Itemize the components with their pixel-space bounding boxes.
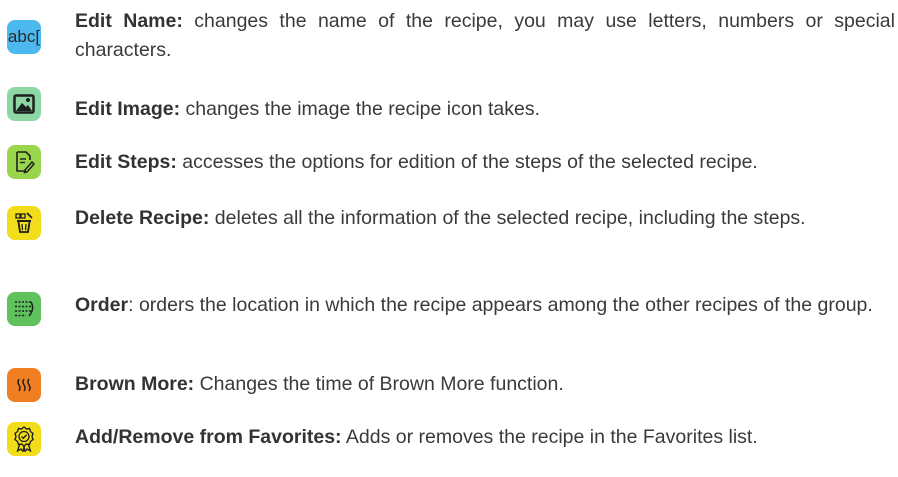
- item-title: Order: [75, 294, 129, 316]
- text-cursor-icon: abc[: [7, 20, 41, 54]
- brown-more-description: Brown More: Changes the time of Brown Mo…: [75, 370, 895, 399]
- image-icon: [7, 87, 41, 121]
- heat-waves-icon: [7, 368, 41, 402]
- award-ribbon-icon: [7, 422, 41, 456]
- item-title: Brown More:: [75, 373, 195, 395]
- item-description: changes the image the recipe icon takes.: [180, 98, 540, 120]
- favorites-description: Add/Remove from Favorites: Adds or remov…: [75, 423, 895, 452]
- edit-name-description: Edit Name: changes the name of the recip…: [75, 7, 895, 65]
- delete-recipe-description: Delete Recipe: deletes all the informati…: [75, 204, 895, 233]
- item-title: Edit Image:: [75, 98, 181, 120]
- edit-document-icon: [7, 145, 41, 179]
- item-description: deletes all the information of the selec…: [209, 207, 806, 229]
- item-description: changes the name of the recipe, you may …: [75, 10, 895, 61]
- order-list-icon: [7, 292, 41, 326]
- edit-image-description: Edit Image: changes the image the recipe…: [75, 95, 895, 124]
- order-description: Order: orders the location in which the …: [75, 291, 895, 320]
- item-description: : orders the location in which the recip…: [128, 294, 873, 316]
- item-title: Delete Recipe:: [75, 207, 210, 229]
- item-title: Edit Steps:: [75, 151, 177, 173]
- delete-recipe-icon: [7, 206, 41, 240]
- item-title: Edit Name:: [75, 10, 183, 32]
- item-description: Changes the time of Brown More function.: [194, 373, 564, 395]
- item-title: Add/Remove from Favorites:: [75, 426, 342, 448]
- edit-steps-description: Edit Steps: accesses the options for edi…: [75, 148, 895, 177]
- item-description: Adds or removes the recipe in the Favori…: [341, 426, 758, 448]
- item-description: accesses the options for edition of the …: [176, 151, 758, 173]
